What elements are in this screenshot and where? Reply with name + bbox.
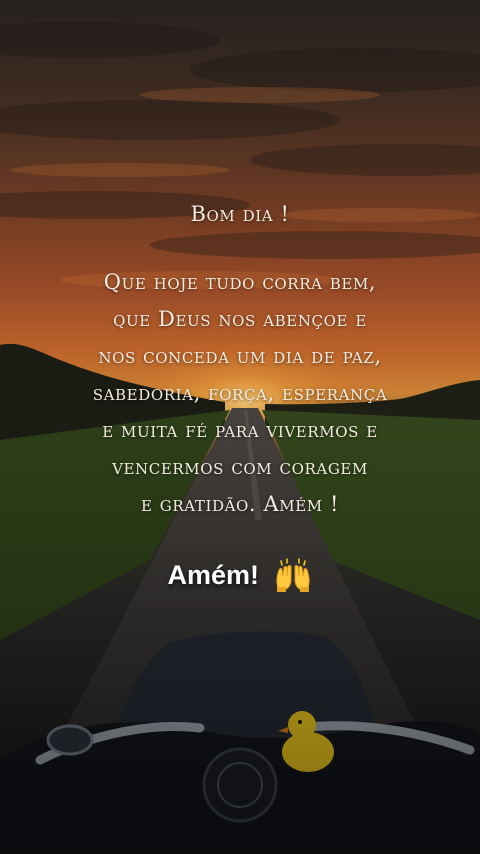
- caption-sticker: Amém!: [0, 558, 480, 592]
- message-line: que Deus nos abençoe e: [113, 307, 367, 331]
- message-line: e muita fé para vivermos e: [102, 418, 378, 442]
- message-line: Que hoje tudo corra bem,: [103, 270, 377, 294]
- raising-hands-icon: [275, 558, 310, 592]
- blessing-text: Que hoje tudo corra bem, que Deus nos ab…: [0, 264, 480, 523]
- message-line: e gratidão. Amém !: [140, 492, 340, 516]
- message-line: nos conceda um dia de paz,: [98, 344, 382, 368]
- caption-text: Amém!: [167, 559, 259, 590]
- greeting-text: Bom dia !: [190, 202, 290, 226]
- message-line: sabedoria, força, esperança: [92, 381, 388, 405]
- photo-post: Bom dia ! Que hoje tudo corra bem, que D…: [0, 0, 480, 854]
- message-line: vencermos com coragem: [112, 455, 368, 479]
- blessing-message: Bom dia ! Que hoje tudo corra bem, que D…: [0, 196, 480, 523]
